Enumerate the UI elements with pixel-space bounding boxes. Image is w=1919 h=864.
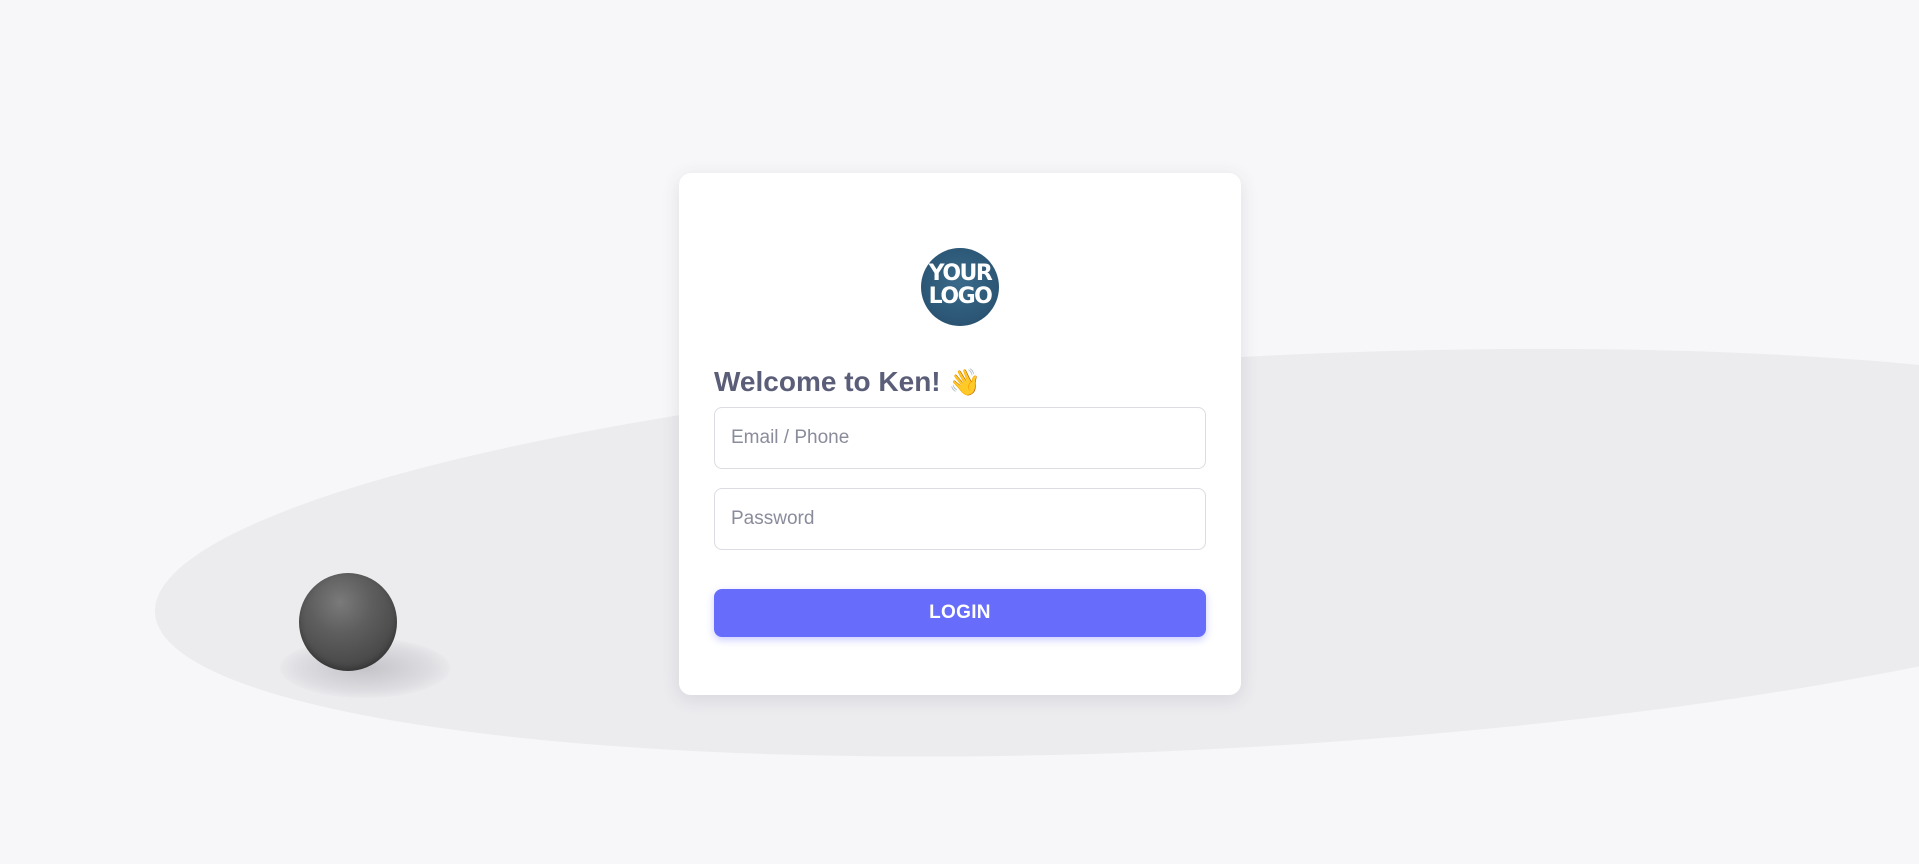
welcome-text: Welcome to Ken! (714, 366, 941, 397)
login-card: YOUR LOGO Welcome to Ken!👋 LOGIN (679, 173, 1241, 695)
email-phone-input[interactable] (714, 407, 1206, 469)
brand-logo: YOUR LOGO (921, 248, 999, 326)
waving-hand-icon: 👋 (948, 367, 981, 397)
logo-text: YOUR LOGO (928, 261, 993, 309)
login-button[interactable]: LOGIN (714, 589, 1206, 637)
welcome-heading: Welcome to Ken! 👋 (714, 364, 981, 400)
password-input[interactable] (714, 488, 1206, 550)
sphere-decoration (299, 573, 397, 671)
